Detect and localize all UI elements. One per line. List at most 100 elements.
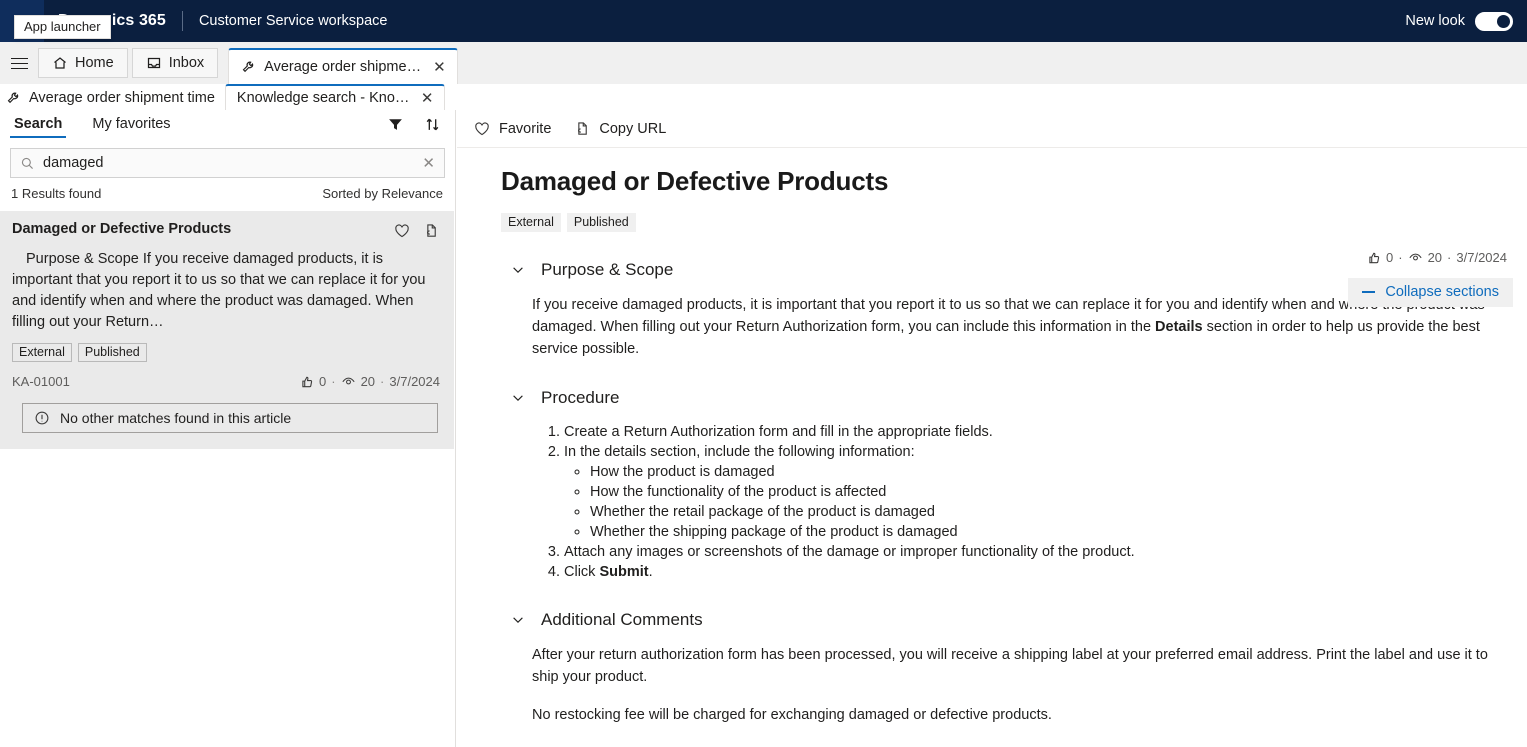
copy-url-button[interactable]: Copy URL (573, 120, 666, 138)
info-icon (35, 411, 49, 425)
copy-link-icon[interactable] (422, 222, 440, 240)
inbox-icon (147, 57, 160, 69)
tab-search[interactable]: Search (10, 114, 67, 138)
list-item: Click Submit. (564, 562, 1507, 582)
search-result-card[interactable]: Damaged or Defective Products Purpose & … (0, 211, 454, 449)
chevron-down-icon (513, 617, 523, 623)
article-tags: External Published (501, 213, 1507, 232)
tab-my-favorites-label: My favorites (92, 116, 171, 132)
session-tab-active[interactable]: Average order shipment ti... ✕ (228, 48, 458, 84)
search-input[interactable] (43, 155, 414, 171)
article-section: Procedure Create a Return Authorization … (501, 388, 1507, 582)
toggle-knob (1497, 14, 1510, 28)
session-name: Average order shipment time (0, 90, 225, 110)
tag-published: Published (566, 213, 636, 232)
article-date: 3/7/2024 (1456, 250, 1507, 265)
list-item-post: . (648, 564, 653, 580)
article-section: Additional Comments After your return au… (501, 610, 1507, 726)
list-item: In the details section, include the foll… (564, 442, 1507, 542)
section-header[interactable]: Additional Comments (501, 610, 1507, 630)
result-stats: 0 · 20 · 3/7/2024 (300, 374, 440, 389)
heart-icon (475, 121, 489, 135)
section-title: Purpose & Scope (541, 260, 674, 279)
session-name-label: Average order shipment time (29, 90, 215, 106)
article-panel: Favorite Copy URL Damaged or Defective P… (457, 110, 1527, 747)
likes-count: 0 (1386, 250, 1394, 265)
result-snippet: Purpose & Scope If you receive damaged p… (12, 251, 426, 330)
views-count: 20 (360, 374, 376, 389)
knowledge-search-panel: Search My favorites ✕ 1 R (0, 110, 456, 747)
likes-count: 0 (319, 374, 327, 389)
wrench-icon (242, 61, 254, 72)
nav-home-label: Home (75, 55, 114, 71)
collapse-sections-label: Collapse sections (1385, 284, 1499, 300)
search-icon (21, 157, 33, 169)
app-tab-knowledge-search[interactable]: Knowledge search - Knowled... ✕ (224, 84, 445, 110)
close-icon[interactable]: ✕ (432, 58, 447, 77)
stat-separator: · (1447, 250, 1452, 265)
filter-icon[interactable] (387, 116, 404, 133)
site-map-button[interactable] (0, 42, 38, 84)
result-title[interactable]: Damaged or Defective Products (12, 221, 231, 237)
app-name-label: Customer Service workspace (198, 13, 388, 29)
primary-tab-strip: Home Inbox Average order shipment ti... … (0, 42, 1527, 84)
home-icon (54, 57, 66, 69)
sort-order-label: Sorted by Relevance (322, 186, 443, 201)
list-item: Whether the shipping package of the prod… (590, 522, 1507, 542)
copy-url-label: Copy URL (599, 120, 667, 137)
stat-separator: · (380, 374, 385, 389)
section-header[interactable]: Procedure (501, 388, 1507, 408)
result-card-header: Damaged or Defective Products (12, 221, 440, 240)
list-item-pre: Click (564, 564, 600, 580)
nav-inbox-label: Inbox (168, 55, 205, 71)
thumbs-up-icon (1369, 252, 1380, 263)
list-item: Create a Return Authorization form and f… (564, 422, 1507, 442)
list-item: Attach any images or screenshots of the … (564, 542, 1507, 562)
no-other-matches-label: No other matches found in this article (60, 410, 292, 426)
header-divider (181, 11, 183, 31)
paragraph: After your return authorization form has… (532, 647, 1488, 685)
search-field-wrapper[interactable]: ✕ (10, 148, 445, 178)
heart-icon[interactable] (393, 222, 411, 240)
collapse-sections-button[interactable]: Collapse sections (1348, 278, 1513, 307)
section-body: After your return authorization form has… (501, 644, 1507, 726)
result-footer: KA-01001 0 · 20 · 3/7/2024 (12, 374, 440, 389)
nav-home-button[interactable]: Home (38, 48, 128, 78)
wrench-icon (7, 92, 19, 103)
result-card-actions (393, 221, 440, 240)
tag-published: Published (77, 343, 147, 362)
eye-icon (341, 377, 355, 385)
session-tab-label: Average order shipment ti... (264, 59, 424, 75)
list-item: How the product is damaged (590, 462, 1507, 482)
tag-external: External (501, 213, 561, 232)
list-item: Whether the retail package of the produc… (590, 502, 1507, 522)
section-title: Additional Comments (541, 610, 703, 629)
nav-inbox-button[interactable]: Inbox (131, 48, 219, 78)
minus-icon (1362, 291, 1376, 293)
favorite-button[interactable]: Favorite (473, 120, 551, 138)
top-header-bar: Dynamics 365 Customer Service workspace … (0, 0, 1527, 42)
new-look-toggle[interactable] (1475, 11, 1513, 31)
tab-my-favorites[interactable]: My favorites (88, 114, 174, 138)
clear-search-icon[interactable]: ✕ (421, 154, 436, 173)
tab-search-label: Search (14, 116, 63, 132)
chevron-down-icon (513, 267, 523, 273)
panel-tab-list: Search My favorites (0, 110, 455, 142)
eye-icon (1408, 253, 1422, 261)
close-icon[interactable]: ✕ (420, 89, 435, 108)
article-number: KA-01001 (12, 374, 70, 389)
chevron-down-icon (513, 395, 523, 401)
panel-toolbar (387, 116, 441, 133)
new-look-label: New look (1405, 13, 1465, 29)
list-item-bold: Submit (599, 564, 649, 580)
stat-separator: · (331, 374, 336, 389)
stat-separator: · (1398, 250, 1403, 265)
result-date: 3/7/2024 (389, 374, 440, 389)
tag-external: External (12, 343, 72, 362)
section-header[interactable]: Purpose & Scope (501, 260, 1507, 280)
no-other-matches-banner: No other matches found in this article (22, 403, 438, 433)
page-title: Damaged or Defective Products (501, 166, 889, 196)
thumbs-up-icon (302, 376, 313, 387)
sort-icon[interactable] (424, 116, 441, 133)
article-stats: 0 · 20 · 3/7/2024 (1367, 250, 1507, 265)
